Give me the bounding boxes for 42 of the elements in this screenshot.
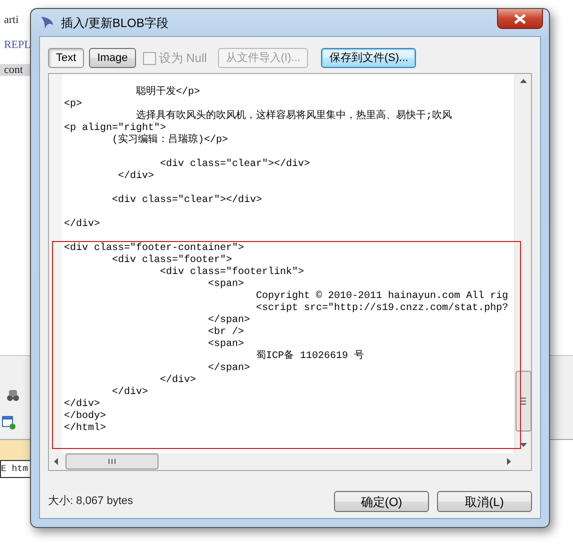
code-line: <p align="right">: [64, 123, 166, 134]
close-button[interactable]: [497, 9, 543, 29]
code-line: <span>: [207, 279, 244, 291]
code-line: Copyright © 2010-2011 hainayun.com All rig: [255, 291, 508, 302]
code-line: <div class="footer-container">: [64, 243, 244, 254]
code-line: arti: [4, 14, 19, 26]
code-line: </body>: [64, 411, 106, 422]
code-line: 选择具有吹风头的吹风机，这样容易将风里集中，热里高、易快干;吹风: [135, 111, 452, 122]
tab[interactable]: Text: [48, 48, 84, 68]
code-line: <br />: [207, 327, 244, 339]
dialog-button[interactable]: 确定(O): [334, 491, 429, 512]
vertical-scrollbar[interactable]: [514, 74, 531, 453]
code-line: 聪明干发</p>: [135, 87, 200, 99]
code-line: (实习编辑：吕瑞琼)</p>: [111, 135, 228, 147]
calendar-icon[interactable]: [2, 416, 16, 430]
code-line: </span>: [207, 315, 250, 326]
code-line: </div>: [64, 219, 100, 231]
code-line: </div>: [64, 399, 100, 410]
code-line: <div class="footer">: [111, 255, 232, 266]
code-line: </span>: [207, 363, 250, 375]
binoculars-icon[interactable]: [6, 388, 20, 402]
file-size-label: 大小: 8,067 bytes: [48, 494, 133, 510]
code-line: <p>: [64, 99, 82, 111]
toolbar-button[interactable]: 保存到文件(S)...: [321, 48, 416, 68]
horizontal-scrollbar[interactable]: [49, 453, 531, 470]
code-line: <script src="http://s19.cnzz.com/stat.php?: [255, 303, 508, 315]
dialog-button[interactable]: 取消(L): [437, 491, 532, 512]
code-line: REPL: [4, 39, 31, 51]
code-line: <div class="footerlink">: [159, 267, 304, 279]
code-line: </div>: [159, 375, 196, 387]
code-line: </div>: [117, 171, 154, 183]
code-line: </html>: [64, 423, 106, 435]
code-line: </div>: [111, 387, 148, 399]
code-line: 蜀ICP备 11026619 号: [255, 351, 364, 363]
app-icon: [39, 14, 55, 30]
window-title: 插入/更新BLOB字段: [61, 14, 168, 32]
text-editor[interactable]: [48, 73, 532, 471]
code-line: <div class="clear"></div>: [159, 159, 310, 171]
code-line: <span>: [207, 339, 244, 351]
close-icon[interactable]: [514, 14, 526, 24]
tab[interactable]: Image: [89, 48, 136, 68]
code-line: <div class="clear"></div>: [111, 195, 262, 207]
